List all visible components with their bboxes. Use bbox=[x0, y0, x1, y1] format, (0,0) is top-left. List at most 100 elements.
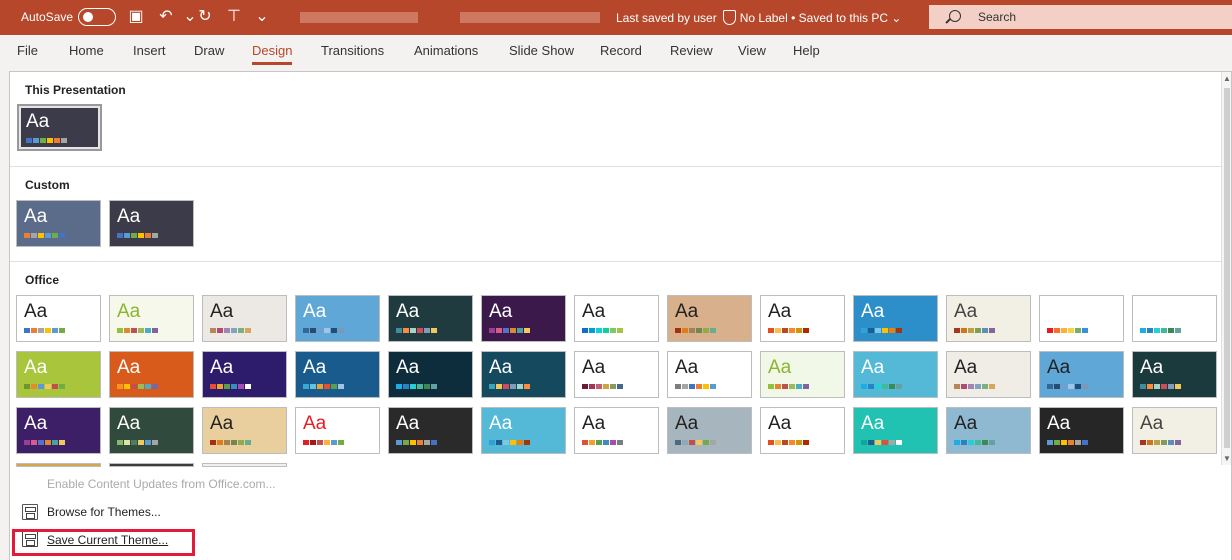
theme-office-20[interactable]: Aa bbox=[574, 351, 659, 398]
redacted-filename bbox=[300, 12, 418, 23]
undo-icon[interactable]: ↶ bbox=[156, 7, 176, 27]
theme-office-35[interactable]: Aa bbox=[760, 407, 845, 454]
theme-office-10[interactable]: Aa bbox=[853, 295, 938, 342]
theme-office-27[interactable]: Aa bbox=[16, 407, 101, 454]
tab-review[interactable]: Review bbox=[670, 43, 713, 58]
theme-office-25[interactable]: Aa bbox=[1039, 351, 1124, 398]
theme-thumbnail-label: Aa bbox=[675, 301, 699, 322]
theme-office-8[interactable]: Aa bbox=[667, 295, 752, 342]
theme-thumbnail-label: Aa bbox=[117, 301, 141, 322]
theme-office-29[interactable]: Aa bbox=[202, 407, 287, 454]
browse-for-themes[interactable]: Browse for Themes... bbox=[47, 505, 161, 519]
theme-thumbnail-label: Aa bbox=[24, 357, 48, 378]
theme-office-19[interactable]: Aa bbox=[481, 351, 566, 398]
theme-thumbnail-label: Aa bbox=[861, 413, 885, 434]
sensitivity-shield-icon bbox=[722, 10, 736, 25]
ribbon-tabs: File Home Insert Draw Design Transitions… bbox=[0, 35, 1232, 68]
theme-office-5[interactable]: Aa bbox=[388, 295, 473, 342]
theme-office-37[interactable]: Aa bbox=[946, 407, 1031, 454]
last-saved-text: Last saved by user bbox=[616, 11, 717, 25]
theme-color-swatches bbox=[117, 233, 158, 238]
theme-color-swatches bbox=[582, 384, 623, 389]
theme-office-22[interactable]: Aa bbox=[760, 351, 845, 398]
theme-thumbnail-label: Aa bbox=[117, 357, 141, 378]
theme-office-7[interactable]: Aa bbox=[574, 295, 659, 342]
customize-quick-access-icon[interactable]: ⌄ bbox=[252, 7, 272, 27]
theme-office-32[interactable]: Aa bbox=[481, 407, 566, 454]
redo-icon[interactable]: ↻ bbox=[195, 7, 215, 27]
theme-office-21[interactable]: Aa bbox=[667, 351, 752, 398]
save-icon[interactable]: ▣ bbox=[126, 7, 146, 27]
theme-office-36[interactable]: Aa bbox=[853, 407, 938, 454]
theme-office-28[interactable]: Aa bbox=[109, 407, 194, 454]
theme-office-2[interactable]: Aa bbox=[109, 295, 194, 342]
tab-home[interactable]: Home bbox=[69, 43, 104, 58]
theme-office-4[interactable]: Aa bbox=[295, 295, 380, 342]
theme-thumbnail-label: Aa bbox=[210, 413, 234, 434]
tab-file[interactable]: File bbox=[17, 43, 38, 58]
theme-color-swatches bbox=[954, 440, 995, 445]
theme-office-33[interactable]: Aa bbox=[574, 407, 659, 454]
theme-thumbnail-label: Aa bbox=[768, 301, 792, 322]
theme-office-26[interactable]: Aa bbox=[1132, 351, 1217, 398]
theme-office-18[interactable]: Aa bbox=[388, 351, 473, 398]
theme-thumbnail-label: Aa bbox=[24, 206, 48, 227]
theme-color-swatches bbox=[117, 440, 158, 445]
tab-transitions[interactable]: Transitions bbox=[321, 43, 384, 58]
search-input[interactable]: Search bbox=[929, 5, 1232, 29]
tab-slide-show[interactable]: Slide Show bbox=[509, 43, 574, 58]
theme-office-16[interactable]: Aa bbox=[202, 351, 287, 398]
autosave-toggle[interactable] bbox=[78, 8, 116, 26]
theme-office-12[interactable]: Aa bbox=[1039, 295, 1124, 342]
theme-office-30[interactable]: Aa bbox=[295, 407, 380, 454]
scroll-up-icon[interactable]: ▲ bbox=[1223, 74, 1231, 83]
tab-view[interactable]: View bbox=[738, 43, 766, 58]
theme-color-swatches bbox=[582, 328, 623, 333]
theme-office-34[interactable]: Aa bbox=[667, 407, 752, 454]
save-status[interactable]: Last saved by user No Label • Saved to th… bbox=[616, 10, 901, 25]
theme-color-swatches bbox=[861, 328, 902, 333]
present-icon[interactable]: ⊤ bbox=[224, 7, 244, 27]
theme-office-3[interactable]: Aa bbox=[202, 295, 287, 342]
theme-thumbnail-label: Aa bbox=[768, 357, 792, 378]
saved-location-text: Saved to this PC bbox=[798, 11, 889, 25]
gallery-scrollbar[interactable]: ▲ ▼ bbox=[1221, 72, 1231, 465]
theme-office-14[interactable]: Aa bbox=[16, 351, 101, 398]
theme-thumbnail-label: Aa bbox=[396, 413, 420, 434]
scroll-down-icon[interactable]: ▼ bbox=[1223, 454, 1231, 463]
theme-office-23[interactable]: Aa bbox=[853, 351, 938, 398]
theme-thumbnail-label: Aa bbox=[303, 301, 327, 322]
scrollbar-thumb[interactable] bbox=[1224, 88, 1230, 448]
section-custom: Custom bbox=[10, 170, 1221, 196]
theme-thumbnail-label: Aa bbox=[582, 357, 606, 378]
tab-insert[interactable]: Insert bbox=[133, 43, 166, 58]
theme-custom-1[interactable]: Aa bbox=[16, 200, 101, 247]
theme-office-38[interactable]: Aa bbox=[1039, 407, 1124, 454]
tab-help[interactable]: Help bbox=[793, 43, 820, 58]
theme-color-swatches bbox=[24, 328, 65, 333]
theme-office-15[interactable]: Aa bbox=[109, 351, 194, 398]
theme-office-31[interactable]: Aa bbox=[388, 407, 473, 454]
theme-office-17[interactable]: Aa bbox=[295, 351, 380, 398]
tab-animations[interactable]: Animations bbox=[414, 43, 478, 58]
tab-design[interactable]: Design bbox=[252, 43, 293, 65]
theme-office-6[interactable]: Aa bbox=[481, 295, 566, 342]
tab-draw[interactable]: Draw bbox=[194, 43, 224, 58]
section-this-presentation: This Presentation bbox=[10, 75, 1221, 101]
theme-color-swatches bbox=[675, 328, 716, 333]
theme-current[interactable]: Aa bbox=[17, 104, 102, 151]
theme-color-swatches bbox=[1047, 384, 1088, 389]
theme-office-13[interactable]: Aa bbox=[1132, 295, 1217, 342]
theme-office-24[interactable]: Aa bbox=[946, 351, 1031, 398]
theme-thumbnail-label: Aa bbox=[396, 301, 420, 322]
tab-record[interactable]: Record bbox=[600, 43, 642, 58]
theme-color-swatches bbox=[303, 328, 344, 333]
theme-thumbnail-label: Aa bbox=[210, 357, 234, 378]
theme-custom-2[interactable]: Aa bbox=[109, 200, 194, 247]
theme-office-39[interactable]: Aa bbox=[1132, 407, 1217, 454]
theme-color-swatches bbox=[303, 384, 344, 389]
theme-office-9[interactable]: Aa bbox=[760, 295, 845, 342]
theme-office-1[interactable]: Aa bbox=[16, 295, 101, 342]
theme-office-11[interactable]: Aa bbox=[946, 295, 1031, 342]
theme-color-swatches bbox=[954, 328, 995, 333]
